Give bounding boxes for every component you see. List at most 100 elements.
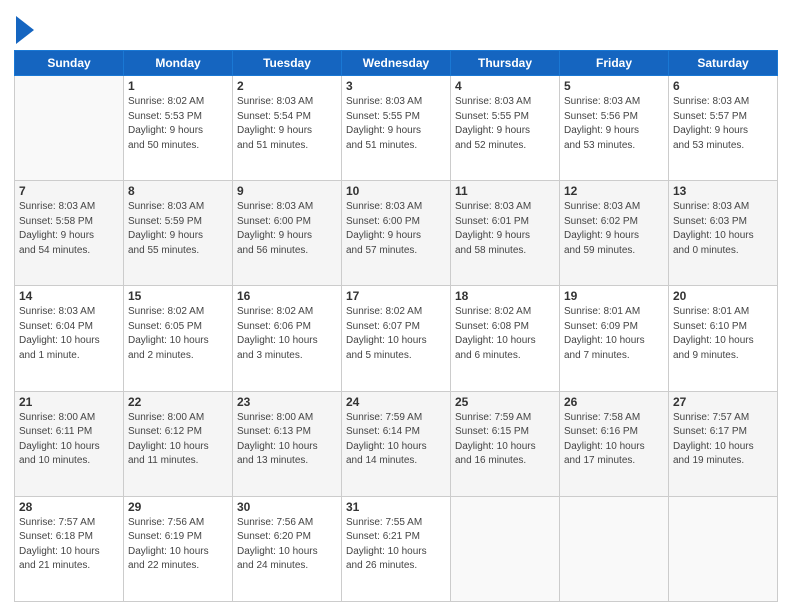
day-number: 16 [237, 289, 337, 303]
day-info: Sunrise: 8:03 AMSunset: 6:00 PMDaylight:… [346, 200, 446, 258]
day-info: Sunrise: 8:02 AMSunset: 6:06 PMDaylight:… [237, 305, 337, 363]
day-info: Sunrise: 8:03 AMSunset: 5:54 PMDaylight:… [237, 95, 337, 153]
day-info: Sunrise: 7:57 AMSunset: 6:18 PMDaylight:… [19, 516, 119, 574]
day-cell: 7Sunrise: 8:03 AMSunset: 5:58 PMDaylight… [15, 181, 124, 286]
day-number: 17 [346, 289, 446, 303]
page: SundayMondayTuesdayWednesdayThursdayFrid… [0, 0, 792, 612]
day-cell: 14Sunrise: 8:03 AMSunset: 6:04 PMDayligh… [15, 286, 124, 391]
day-info: Sunrise: 8:03 AMSunset: 5:55 PMDaylight:… [455, 95, 555, 153]
day-cell: 5 Sunrise: 8:03 AMSunset: 5:56 PMDaylight… [560, 76, 669, 181]
day-number: 31 [346, 500, 446, 514]
day-cell: 16 Sunrise: 8:02 AMSunset: 6:06 PMDayligh… [233, 286, 342, 391]
day-cell: 25 Sunrise: 7:59 AMSunset: 6:15 PMDayligh… [451, 391, 560, 496]
day-number: 9 [237, 184, 337, 198]
day-info: Sunrise: 7:59 AMSunset: 6:15 PMDaylight:… [455, 411, 555, 469]
day-number: 26 [564, 395, 664, 409]
day-info: Sunrise: 8:02 AMSunset: 6:05 PMDaylight:… [128, 305, 228, 363]
day-info: Sunrise: 8:03 AMSunset: 6:04 PMDaylight:… [19, 305, 119, 363]
day-cell: 4Sunrise: 8:03 AMSunset: 5:55 PMDaylight… [451, 76, 560, 181]
week-row-3: 14Sunrise: 8:03 AMSunset: 6:04 PMDayligh… [15, 286, 778, 391]
logo-arrow-icon [16, 16, 34, 44]
day-cell: 2 Sunrise: 8:03 AMSunset: 5:54 PMDaylight… [233, 76, 342, 181]
day-info: Sunrise: 7:56 AMSunset: 6:19 PMDaylight:… [128, 516, 228, 574]
day-number: 25 [455, 395, 555, 409]
day-info: Sunrise: 7:55 AMSunset: 6:21 PMDaylight:… [346, 516, 446, 574]
day-info: Sunrise: 7:56 AMSunset: 6:20 PMDaylight:… [237, 516, 337, 574]
day-cell: 23 Sunrise: 8:00 AMSunset: 6:13 PMDayligh… [233, 391, 342, 496]
header [14, 10, 778, 44]
day-cell: 30 Sunrise: 7:56 AMSunset: 6:20 PMDayligh… [233, 496, 342, 601]
day-cell: 8 Sunrise: 8:03 AMSunset: 5:59 PMDaylight… [124, 181, 233, 286]
day-number: 28 [19, 500, 119, 514]
weekday-thursday: Thursday [451, 51, 560, 76]
day-cell: 6Sunrise: 8:03 AMSunset: 5:57 PMDaylight… [669, 76, 778, 181]
day-cell: 28 Sunrise: 7:57 AMSunset: 6:18 PMDayligh… [15, 496, 124, 601]
day-number: 23 [237, 395, 337, 409]
day-number: 30 [237, 500, 337, 514]
day-number: 12 [564, 184, 664, 198]
day-cell: 9 Sunrise: 8:03 AMSunset: 6:00 PMDaylight… [233, 181, 342, 286]
day-info: Sunrise: 8:03 AMSunset: 6:03 PMDaylight:… [673, 200, 773, 258]
day-cell: 13 Sunrise: 8:03 AMSunset: 6:03 PMDayligh… [669, 181, 778, 286]
weekday-saturday: Saturday [669, 51, 778, 76]
day-number: 19 [564, 289, 664, 303]
day-number: 11 [455, 184, 555, 198]
calendar-table: SundayMondayTuesdayWednesdayThursdayFrid… [14, 50, 778, 602]
day-cell [15, 76, 124, 181]
day-info: Sunrise: 7:59 AMSunset: 6:14 PMDaylight:… [346, 411, 446, 469]
day-cell: 31 Sunrise: 7:55 AMSunset: 6:21 PMDayligh… [342, 496, 451, 601]
day-info: Sunrise: 8:02 AMSunset: 5:53 PMDaylight:… [128, 95, 228, 153]
day-cell: 1 Sunrise: 8:02 AMSunset: 5:53 PMDaylight… [124, 76, 233, 181]
day-cell [669, 496, 778, 601]
day-cell: 22Sunrise: 8:00 AMSunset: 6:12 PMDayligh… [124, 391, 233, 496]
day-cell: 29Sunrise: 7:56 AMSunset: 6:19 PMDayligh… [124, 496, 233, 601]
day-cell [560, 496, 669, 601]
day-number: 5 [564, 79, 664, 93]
day-cell: 10 Sunrise: 8:03 AMSunset: 6:00 PMDayligh… [342, 181, 451, 286]
day-cell: 18Sunrise: 8:02 AMSunset: 6:08 PMDayligh… [451, 286, 560, 391]
day-number: 18 [455, 289, 555, 303]
day-info: Sunrise: 8:03 AMSunset: 5:56 PMDaylight:… [564, 95, 664, 153]
day-number: 22 [128, 395, 228, 409]
day-number: 2 [237, 79, 337, 93]
day-number: 24 [346, 395, 446, 409]
day-cell: 17 Sunrise: 8:02 AMSunset: 6:07 PMDayligh… [342, 286, 451, 391]
day-info: Sunrise: 8:00 AMSunset: 6:13 PMDaylight:… [237, 411, 337, 469]
day-info: Sunrise: 8:03 AMSunset: 5:59 PMDaylight:… [128, 200, 228, 258]
day-cell: 3 Sunrise: 8:03 AMSunset: 5:55 PMDaylight… [342, 76, 451, 181]
day-cell: 24 Sunrise: 7:59 AMSunset: 6:14 PMDayligh… [342, 391, 451, 496]
weekday-friday: Friday [560, 51, 669, 76]
day-number: 13 [673, 184, 773, 198]
weekday-tuesday: Tuesday [233, 51, 342, 76]
day-number: 20 [673, 289, 773, 303]
day-info: Sunrise: 8:02 AMSunset: 6:07 PMDaylight:… [346, 305, 446, 363]
day-info: Sunrise: 7:58 AMSunset: 6:16 PMDaylight:… [564, 411, 664, 469]
day-cell: 11Sunrise: 8:03 AMSunset: 6:01 PMDayligh… [451, 181, 560, 286]
day-number: 1 [128, 79, 228, 93]
day-cell: 15 Sunrise: 8:02 AMSunset: 6:05 PMDayligh… [124, 286, 233, 391]
week-row-1: 1 Sunrise: 8:02 AMSunset: 5:53 PMDaylight… [15, 76, 778, 181]
weekday-monday: Monday [124, 51, 233, 76]
day-cell: 21Sunrise: 8:00 AMSunset: 6:11 PMDayligh… [15, 391, 124, 496]
day-number: 15 [128, 289, 228, 303]
week-row-5: 28 Sunrise: 7:57 AMSunset: 6:18 PMDayligh… [15, 496, 778, 601]
week-row-4: 21Sunrise: 8:00 AMSunset: 6:11 PMDayligh… [15, 391, 778, 496]
weekday-sunday: Sunday [15, 51, 124, 76]
day-number: 7 [19, 184, 119, 198]
day-number: 27 [673, 395, 773, 409]
day-info: Sunrise: 8:03 AMSunset: 5:55 PMDaylight:… [346, 95, 446, 153]
logo [14, 14, 34, 44]
day-number: 6 [673, 79, 773, 93]
day-number: 3 [346, 79, 446, 93]
day-number: 10 [346, 184, 446, 198]
day-info: Sunrise: 8:00 AMSunset: 6:11 PMDaylight:… [19, 411, 119, 469]
weekday-wednesday: Wednesday [342, 51, 451, 76]
day-info: Sunrise: 7:57 AMSunset: 6:17 PMDaylight:… [673, 411, 773, 469]
day-cell: 20Sunrise: 8:01 AMSunset: 6:10 PMDayligh… [669, 286, 778, 391]
day-cell: 19 Sunrise: 8:01 AMSunset: 6:09 PMDayligh… [560, 286, 669, 391]
day-info: Sunrise: 8:01 AMSunset: 6:09 PMDaylight:… [564, 305, 664, 363]
day-cell [451, 496, 560, 601]
day-info: Sunrise: 8:03 AMSunset: 6:02 PMDaylight:… [564, 200, 664, 258]
day-info: Sunrise: 8:03 AMSunset: 6:00 PMDaylight:… [237, 200, 337, 258]
day-number: 8 [128, 184, 228, 198]
